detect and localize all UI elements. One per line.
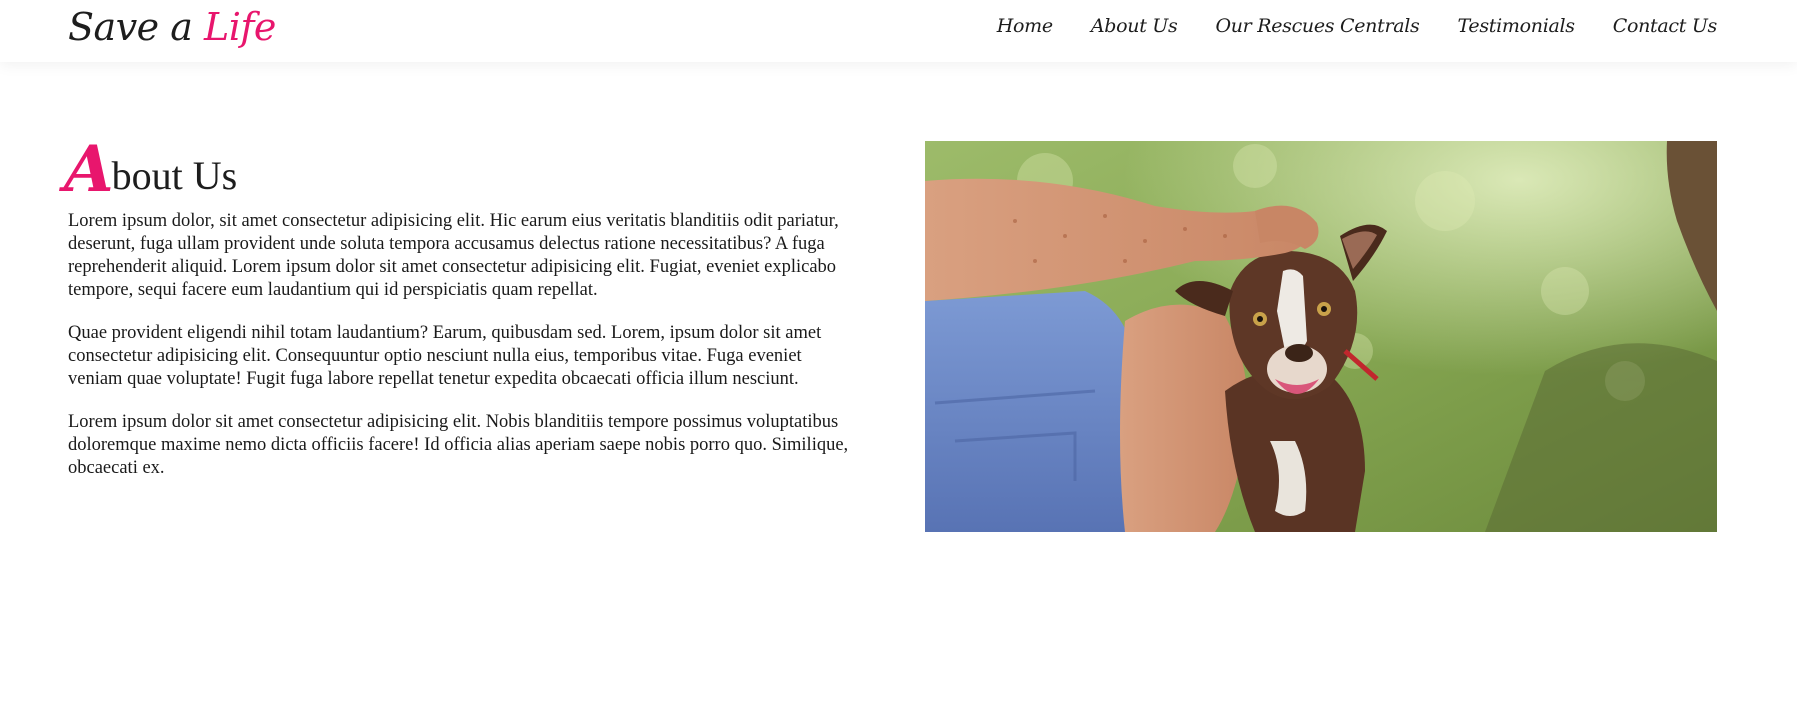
logo-accent-text: Life: [203, 5, 276, 49]
nav-item-about-us: About Us: [1091, 12, 1178, 40]
about-heading-rest: bout Us: [111, 153, 238, 198]
nav-item-home: Home: [997, 12, 1053, 40]
about-heading-initial: A: [64, 132, 114, 207]
nav-item-rescue-centrals: Our Rescues Centrals: [1215, 12, 1419, 40]
site-logo[interactable]: Save a Life: [68, 2, 276, 52]
nav-item-contact-us: Contact Us: [1613, 12, 1718, 40]
nav-link-home[interactable]: Home: [997, 12, 1053, 40]
about-paragraph-2: Quae provident eligendi nihil totam laud…: [68, 323, 822, 389]
nav-link-about-us[interactable]: About Us: [1091, 12, 1178, 40]
main-nav: Home About Us Our Rescues Centrals Testi…: [997, 12, 1718, 40]
nav-item-testimonials: Testimonials: [1458, 12, 1576, 40]
photo-illustration: [925, 141, 1717, 532]
nav-link-rescue-centrals[interactable]: Our Rescues Centrals: [1215, 12, 1419, 40]
nav-link-contact-us[interactable]: Contact Us: [1613, 12, 1718, 40]
logo-text: Save a: [68, 5, 204, 49]
person-petting-dog-photo: [925, 141, 1717, 532]
nav-link-testimonials[interactable]: Testimonials: [1458, 12, 1576, 40]
site-header: Save a Life Home About Us Our Rescues Ce…: [0, 0, 1797, 62]
about-section: About Us Lorem ipsum dolor, sit amet con…: [64, 138, 858, 500]
about-heading: About Us: [64, 138, 858, 204]
about-paragraph-3: Lorem ipsum dolor sit amet consectetur a…: [68, 412, 849, 478]
about-paragraph-1: Lorem ipsum dolor, sit amet consectetur …: [68, 211, 839, 300]
